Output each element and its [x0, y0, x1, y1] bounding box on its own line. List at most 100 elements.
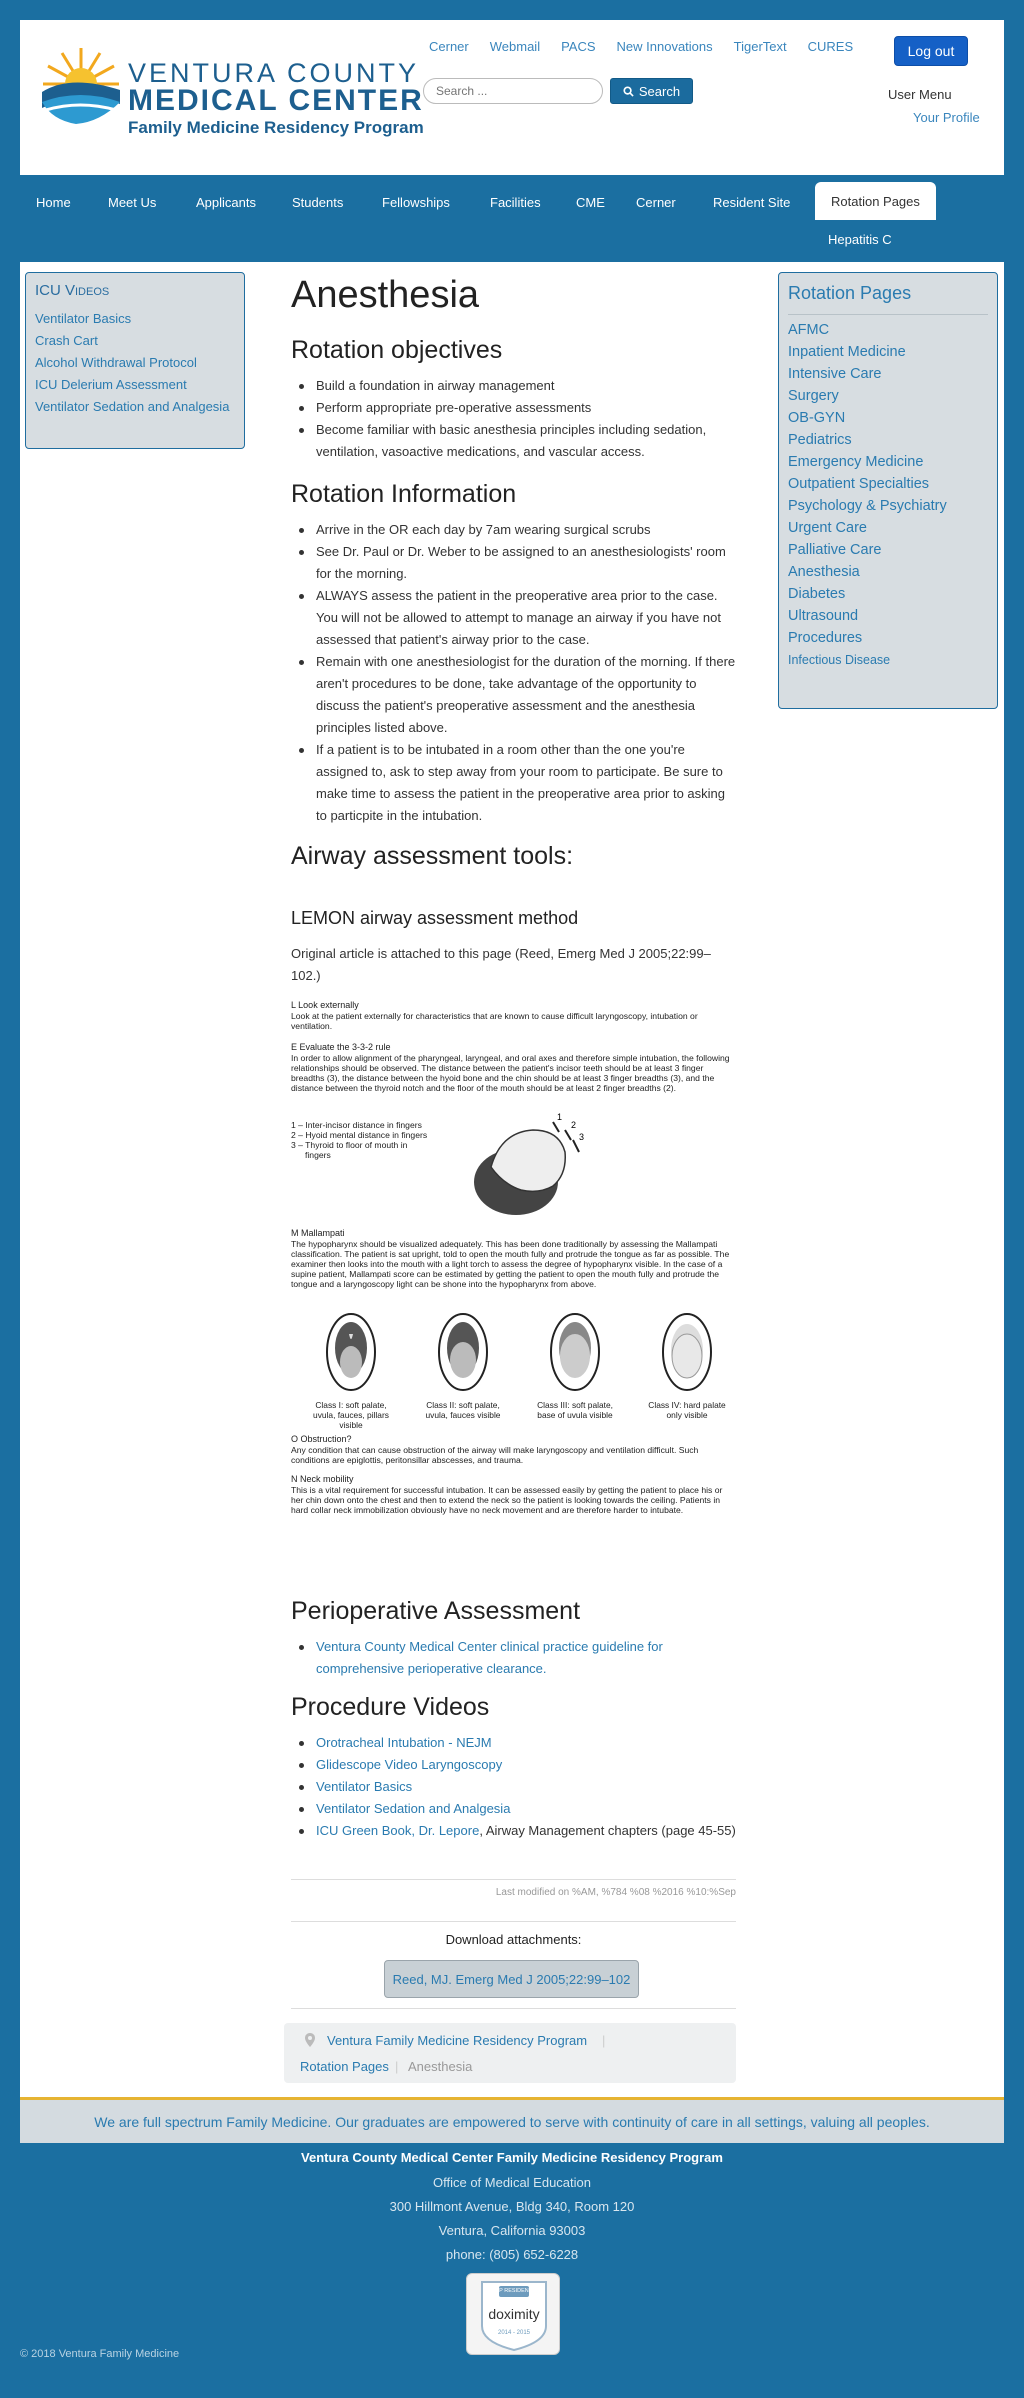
search-input[interactable] [423, 78, 603, 104]
your-profile-link[interactable]: Your Profile [913, 110, 980, 125]
footer-office: Office of Medical Education [432, 2175, 591, 2190]
rotation-link-ultrasound[interactable]: Ultrasound [788, 605, 988, 627]
top-links: Cerner Webmail PACS New Innovations Tige… [429, 39, 874, 54]
badge-years: 2014 - 2015 [497, 2330, 531, 2336]
sidebar-link-icu-delerium[interactable]: ICU Delerium Assessment [35, 377, 235, 393]
mallampati-class-2-label: Class II: soft palate, uvula, fauces vis… [425, 1400, 501, 1420]
rotation-link-psychology-psychiatry[interactable]: Psychology & Psychiatry [788, 495, 988, 517]
rotation-link-emergency-medicine[interactable]: Emergency Medicine [788, 451, 988, 473]
nav-item-fellowships[interactable]: Fellowships [366, 182, 466, 222]
sidebar-link-alcohol-withdrawal[interactable]: Alcohol Withdrawal Protocol [35, 355, 235, 371]
rotation-link-urgent-care[interactable]: Urgent Care [788, 517, 988, 539]
badge-top-text: TOP RESIDENCY [491, 2288, 537, 2294]
top-link-tigertext[interactable]: TigerText [734, 39, 787, 54]
list-item: Build a foundation in airway management [291, 375, 731, 397]
rotation-link-anesthesia[interactable]: Anesthesia [788, 561, 988, 583]
lemon-e-text: In order to allow alignment of the phary… [291, 1053, 730, 1093]
information-heading: Rotation Information [291, 480, 517, 508]
nav-item-meet-us[interactable]: Meet Us [92, 182, 172, 222]
copyright: © 2018 Ventura Family Medicine [20, 2348, 180, 2360]
footer-phone: phone: (805) 652-6228 [445, 2247, 579, 2262]
logout-button[interactable]: Log out [894, 36, 968, 66]
video-link-ventilator-basics[interactable]: Ventilator Basics [316, 1779, 412, 1794]
sidebar-link-ventilator-sedation[interactable]: Ventilator Sedation and Analgesia [35, 399, 235, 415]
video-link-intubation[interactable]: Orotracheal Intubation - NEJM [316, 1735, 492, 1750]
mallampati-class-3-icon [550, 1313, 600, 1391]
list-item: Ventilator Basics [291, 1776, 741, 1798]
breadcrumb-current: Anesthesia [408, 2059, 473, 2074]
icu-green-book-link[interactable]: ICU Green Book, Dr. Lepore [316, 1823, 479, 1838]
rotation-link-diabetes[interactable]: Diabetes [788, 583, 988, 605]
breadcrumb-rotation-pages[interactable]: Rotation Pages [300, 2059, 389, 2074]
lemon-l-heading: L Look externally [291, 1000, 359, 1010]
svg-text:3: 3 [579, 1132, 584, 1142]
sidebar-link-ventilator-basics[interactable]: Ventilator Basics [35, 311, 235, 327]
footer-address-line-1: 300 Hillmont Avenue, Bldg 340, Room 120 [389, 2199, 635, 2214]
video-link-ventilator-sedation[interactable]: Ventilator Sedation and Analgesia [316, 1801, 510, 1816]
lemon-e-list-2: 2 – Hyoid mental distance in fingers [291, 1130, 428, 1140]
rotation-link-ob-gyn[interactable]: OB-GYN [788, 407, 988, 429]
mallampati-class-4: Class IV: hard palate only visible [645, 1310, 729, 1420]
lemon-note: Original article is attached to this pag… [291, 946, 711, 983]
sun-wave-logo-icon [42, 48, 120, 124]
top-link-pacs[interactable]: PACS [561, 39, 595, 54]
search-icon [623, 85, 634, 97]
nav-item-rotation-pages[interactable]: Rotation Pages [815, 182, 936, 220]
nav-subitem-hepatitis-c[interactable]: Hepatitis C [828, 232, 892, 247]
mission-tagline: We are full spectrum Family Medicine. Ou… [20, 2097, 1004, 2143]
rotation-link-surgery[interactable]: Surgery [788, 385, 988, 407]
top-link-cerner[interactable]: Cerner [429, 39, 469, 54]
rotation-link-inpatient-medicine[interactable]: Inpatient Medicine [788, 341, 988, 363]
nav-item-cerner[interactable]: Cerner [620, 182, 692, 222]
rotation-link-intensive-care[interactable]: Intensive Care [788, 363, 988, 385]
breadcrumb-separator: | [602, 2033, 606, 2048]
sidebar-title: Rotation Pages [788, 283, 988, 315]
search-button[interactable]: Search [610, 78, 693, 104]
doximity-badge[interactable]: TOP RESIDENCY doximity 2014 - 2015 [466, 2273, 560, 2355]
top-link-new-innovations[interactable]: New Innovations [617, 39, 713, 54]
list-item: ALWAYS assess the patient in the preoper… [291, 585, 736, 651]
lemon-figure: L Look externally Look at the patient ex… [291, 1000, 736, 1533]
nav-item-students[interactable]: Students [276, 182, 359, 222]
objectives-list: Build a foundation in airway management … [291, 375, 731, 463]
top-link-cures[interactable]: CURES [808, 39, 854, 54]
rotation-link-procedures[interactable]: Procedures [788, 627, 988, 649]
sidebar-link-crash-cart[interactable]: Crash Cart [35, 333, 235, 349]
periop-guideline-link[interactable]: Ventura County Medical Center clinical p… [316, 1639, 663, 1676]
logo-line-3: Family Medicine Residency Program [128, 118, 424, 137]
vcmc-logo[interactable]: VENTURA COUNTY MEDICAL CENTER Family Med… [40, 36, 430, 146]
nav-item-resident-site[interactable]: Resident Site [697, 182, 806, 222]
airway-heading: Airway assessment tools: [291, 842, 574, 870]
lemon-o-heading: O Obstruction? [291, 1434, 352, 1444]
mallampati-class-1-icon [326, 1313, 376, 1391]
location-pin-icon [305, 2033, 315, 2047]
rotation-link-outpatient-specialties[interactable]: Outpatient Specialties [788, 473, 988, 495]
icu-green-book-text: , Airway Management chapters (page 45-55… [479, 1823, 736, 1838]
lemon-heading: LEMON airway assessment method [291, 908, 579, 928]
nav-item-cme[interactable]: CME [560, 182, 621, 222]
main-nav: Home Meet Us Applicants Students Fellows… [20, 182, 1004, 260]
rotation-link-afmc[interactable]: AFMC [788, 319, 988, 341]
user-menu-label: User Menu [888, 87, 952, 102]
rotation-link-palliative-care[interactable]: Palliative Care [788, 539, 988, 561]
rotation-link-infectious-disease[interactable]: Infectious Disease [788, 649, 988, 671]
rotation-link-pediatrics[interactable]: Pediatrics [788, 429, 988, 451]
footer-org-name: Ventura County Medical Center Family Med… [301, 2150, 723, 2165]
search-button-label: Search [638, 83, 681, 99]
list-item: Arrive in the OR each day by 7am wearing… [291, 519, 736, 541]
attachment-button[interactable]: Reed, MJ. Emerg Med J 2005;22:99–102 [384, 1960, 639, 1998]
sidebar-title: ICU Videos [35, 282, 110, 299]
downloads-title: Download attachments: [445, 1932, 582, 1947]
nav-item-home[interactable]: Home [20, 182, 87, 222]
nav-item-applicants[interactable]: Applicants [180, 182, 272, 222]
main-content-area: ICU Videos Ventilator Basics Crash Cart … [20, 262, 1004, 2097]
mallampati-class-4-icon [662, 1313, 712, 1391]
top-link-webmail[interactable]: Webmail [490, 39, 540, 54]
breadcrumb-home[interactable]: Ventura Family Medicine Residency Progra… [327, 2033, 587, 2048]
mallampati-class-3: Class III: soft palate, base of uvula vi… [533, 1310, 617, 1420]
mallampati-class-1: Class I: soft palate, uvula, fauces, pil… [309, 1310, 393, 1430]
nav-item-facilities[interactable]: Facilities [474, 182, 557, 222]
lemon-o-text: Any condition that can cause obstruction… [291, 1445, 699, 1465]
video-link-glidescope[interactable]: Glidescope Video Laryngoscopy [316, 1757, 502, 1772]
lemon-m-text: The hypopharynx should be visualized ade… [291, 1239, 730, 1289]
